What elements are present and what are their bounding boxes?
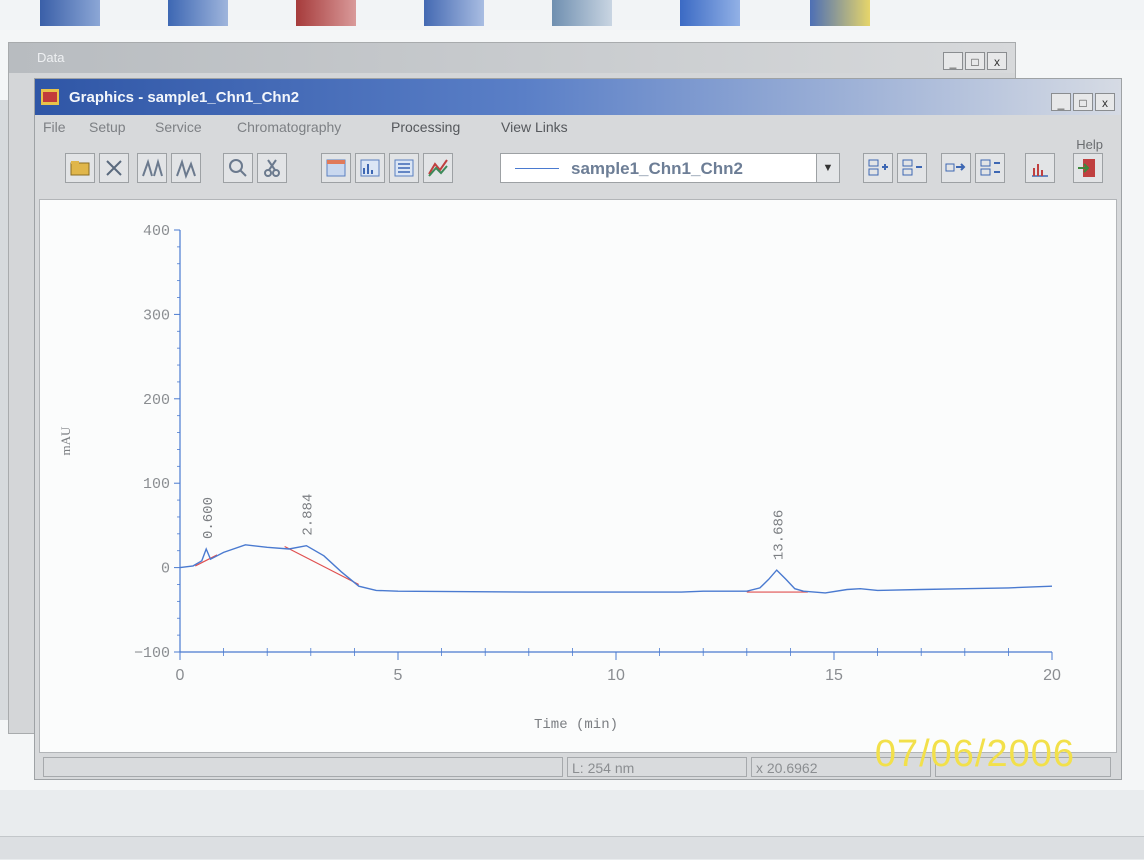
bg-maximize-button[interactable]: □ <box>965 52 985 70</box>
menu-chromatography[interactable]: Chromatography <box>237 119 341 135</box>
y-tick-label: 100 <box>143 476 170 493</box>
peak-retention-label: 0.600 <box>201 497 217 539</box>
taskbar-strip <box>0 836 1144 859</box>
exit-icon[interactable] <box>1073 153 1103 183</box>
trace-color-swatch <box>515 168 559 169</box>
desktop-icon-1[interactable] <box>40 0 100 26</box>
add-trace-icon[interactable] <box>863 153 893 183</box>
x-tick-label: 10 <box>607 667 625 684</box>
stack-traces-icon[interactable] <box>975 153 1005 183</box>
status-wavelength: L: 254 nm <box>567 757 747 777</box>
desktop-icon-2[interactable] <box>168 0 228 26</box>
toolbar: sample1_Chn1_Chn2 ▼ <box>35 145 1121 191</box>
trace-selector-value: sample1_Chn1_Chn2 <box>571 159 743 178</box>
peak-retention-label: 13.686 <box>772 510 788 560</box>
menu-service[interactable]: Service <box>155 119 202 135</box>
integration-baseline <box>284 545 360 586</box>
menu-processing[interactable]: Processing <box>391 119 460 135</box>
open-folder-icon[interactable] <box>65 153 95 183</box>
x-tick-label: 15 <box>825 667 843 684</box>
zoom-icon[interactable] <box>223 153 253 183</box>
desktop-icon-strip <box>0 0 1144 30</box>
background-window-title: Data <box>37 50 65 65</box>
chromatogram-chart: −100 0 100 200 300 400 0 5 10 15 20 0.600 2.884 13.6… <box>58 223 1061 733</box>
status-message <box>43 757 563 777</box>
close-button[interactable]: x <box>1095 93 1115 111</box>
report-view-icon[interactable] <box>389 153 419 183</box>
table-view-icon[interactable] <box>321 153 351 183</box>
integration-baseline <box>194 554 218 567</box>
overlay-view-icon[interactable] <box>423 153 453 183</box>
chart-view-icon[interactable] <box>355 153 385 183</box>
close-icon[interactable] <box>99 153 129 183</box>
menu-file[interactable]: File <box>43 119 66 135</box>
desktop-icon-6[interactable] <box>680 0 740 26</box>
cut-icon[interactable] <box>257 153 287 183</box>
window-title: Graphics - sample1_Chn1_Chn2 <box>69 89 300 106</box>
app-icon <box>41 89 59 105</box>
peak-label-icon[interactable] <box>137 153 167 183</box>
menu-view-links[interactable]: View Links <box>501 119 568 135</box>
status-bar: L: 254 nm x 20.6962 07/06/2006 <box>35 733 1121 779</box>
taskbar-area <box>0 790 1144 860</box>
peak-retention-label: 2.884 <box>301 494 317 536</box>
graphics-window: Graphics - sample1_Chn1_Chn2 _ □ x File … <box>34 78 1122 780</box>
y-tick-label: 400 <box>143 223 170 240</box>
x-axis-label: Time (min) <box>534 717 618 733</box>
y-tick-label: 300 <box>143 307 170 324</box>
desktop-icon-7[interactable] <box>810 0 870 26</box>
chromatogram-trace <box>179 544 1053 594</box>
y-tick-label: 0 <box>161 561 170 578</box>
bg-close-button[interactable]: x <box>987 52 1007 70</box>
window-controls: _ □ x <box>1051 93 1115 111</box>
move-trace-icon[interactable] <box>941 153 971 183</box>
chevron-down-icon[interactable]: ▼ <box>816 154 839 182</box>
desktop-icon-3[interactable] <box>296 0 356 26</box>
x-tick-label: 0 <box>176 667 185 684</box>
peak-marker-icon[interactable] <box>171 153 201 183</box>
background-window-titlebar[interactable]: Data _ □ x <box>9 43 1015 73</box>
x-tick-label: 20 <box>1043 667 1061 684</box>
y-tick-label: −100 <box>134 645 170 662</box>
chromatogram-plot[interactable]: −100 0 100 200 300 400 0 5 10 15 20 0.600 2.884 13.6… <box>39 199 1117 753</box>
integration-icon[interactable] <box>1025 153 1055 183</box>
menu-setup[interactable]: Setup <box>89 119 126 135</box>
y-axis-label: mAU <box>58 426 73 456</box>
date-stamp: 07/06/2006 <box>874 733 1075 775</box>
remove-trace-icon[interactable] <box>897 153 927 183</box>
bg-minimize-button[interactable]: _ <box>943 52 963 70</box>
graphics-window-titlebar[interactable]: Graphics - sample1_Chn1_Chn2 _ □ x <box>35 79 1121 115</box>
maximize-button[interactable]: □ <box>1073 93 1093 111</box>
background-window-controls: _ □ x <box>943 52 1007 72</box>
minimize-button[interactable]: _ <box>1051 93 1071 111</box>
desktop-icon-5[interactable] <box>552 0 612 26</box>
menu-bar: File Setup Service Chromatography Proces… <box>35 115 1121 141</box>
trace-selector[interactable]: sample1_Chn1_Chn2 ▼ <box>500 153 840 183</box>
desktop-icon-4[interactable] <box>424 0 484 26</box>
y-tick-label: 200 <box>143 392 170 409</box>
x-tick-label: 5 <box>394 667 403 684</box>
